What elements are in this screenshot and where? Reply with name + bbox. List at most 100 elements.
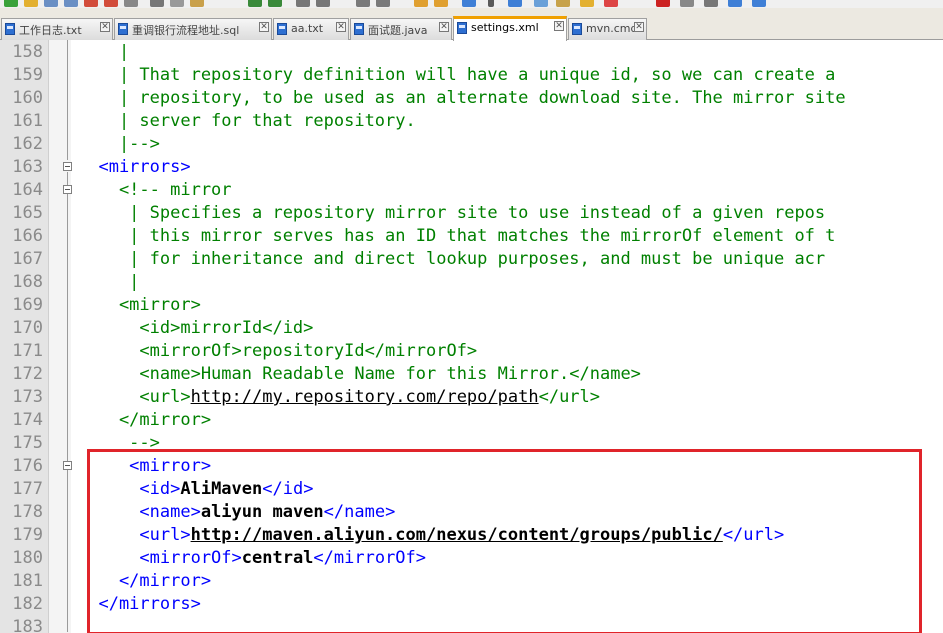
- code-line[interactable]: 160 | repository, to be used as an alter…: [0, 87, 943, 110]
- code-token: <!-- mirror: [78, 180, 232, 200]
- code-line[interactable]: 169 <mirror>: [0, 294, 943, 317]
- code-text: | this mirror serves has an ID that matc…: [78, 225, 835, 248]
- replace-icon[interactable]: [316, 0, 330, 7]
- code-line[interactable]: 177 <id>AliMaven</id>: [0, 478, 943, 501]
- indent-guide-icon[interactable]: [508, 0, 522, 7]
- code-token: </url>: [722, 525, 785, 545]
- close-tab-icon[interactable]: ✕: [439, 22, 449, 32]
- code-text: <mirror>: [78, 455, 211, 478]
- code-token: <mirror>: [78, 295, 201, 315]
- code-token: AliMaven: [180, 479, 263, 499]
- code-line[interactable]: 162 |-->: [0, 133, 943, 156]
- cut-icon[interactable]: [150, 0, 164, 7]
- code-line[interactable]: 161 | server for that repository.: [0, 110, 943, 133]
- code-line[interactable]: 171 <mirrorOf>repositoryId</mirrorOf>: [0, 340, 943, 363]
- code-line[interactable]: 172 <name>Human Readable Name for this M…: [0, 363, 943, 386]
- redo-icon[interactable]: [268, 0, 282, 7]
- code-text: <mirrorOf>repositoryId</mirrorOf>: [78, 340, 477, 363]
- zoom-in-icon[interactable]: [356, 0, 370, 7]
- code-line[interactable]: 179 <url>http://maven.aliyun.com/nexus/c…: [0, 524, 943, 547]
- copy-icon[interactable]: [170, 0, 184, 7]
- code-line[interactable]: 168 |: [0, 271, 943, 294]
- code-token: aliyun maven: [200, 502, 324, 522]
- code-line[interactable]: 181 </mirror>: [0, 570, 943, 593]
- code-text: <url>http://maven.aliyun.com/nexus/conte…: [78, 524, 784, 547]
- line-number: 171: [12, 341, 43, 361]
- folder-workspace-icon[interactable]: [580, 0, 594, 7]
- code-token: <mirrorOf>: [78, 548, 242, 568]
- code-editor[interactable]: 158 | 159 | That repository definition wi…: [0, 40, 943, 633]
- code-line[interactable]: 178 <name>aliyun maven</name>: [0, 501, 943, 524]
- new-file-icon[interactable]: [4, 0, 18, 7]
- code-line[interactable]: 165 | Specifies a repository mirror site…: [0, 202, 943, 225]
- line-number: 179: [12, 525, 43, 545]
- close-tab-icon[interactable]: ✕: [554, 21, 564, 31]
- close-tab-icon[interactable]: ✕: [100, 22, 110, 32]
- close-tab-icon[interactable]: ✕: [336, 22, 346, 32]
- undo-icon[interactable]: [248, 0, 262, 7]
- line-number: 172: [12, 364, 43, 384]
- tab-label: settings.xml: [471, 21, 539, 34]
- code-line[interactable]: 174 </mirror>: [0, 409, 943, 432]
- doc-map-icon[interactable]: [534, 0, 548, 7]
- line-number: 168: [12, 272, 43, 292]
- line-number: 175: [12, 433, 43, 453]
- code-line[interactable]: 170 <id>mirrorId</id>: [0, 317, 943, 340]
- print-icon[interactable]: [124, 0, 138, 7]
- code-text: | repository, to be used as an alternate…: [78, 87, 846, 110]
- sync-v-icon[interactable]: [414, 0, 428, 7]
- close-tab-icon[interactable]: ✕: [259, 22, 269, 32]
- close-tab-icon[interactable]: ✕: [634, 22, 644, 32]
- tab-work-log[interactable]: 工作日志.txt ✕: [1, 18, 113, 40]
- code-text: <name>aliyun maven</name>: [78, 501, 395, 524]
- document-icon: [457, 22, 467, 34]
- toolbar: [0, 0, 943, 8]
- function-list-icon[interactable]: [556, 0, 570, 7]
- code-token: central: [241, 548, 314, 568]
- find-icon[interactable]: [296, 0, 310, 7]
- fold-toggle-icon[interactable]: [63, 185, 72, 194]
- code-line[interactable]: 167 | for inheritance and direct lookup …: [0, 248, 943, 271]
- play-macro-icon[interactable]: [704, 0, 718, 7]
- fold-toggle-icon[interactable]: [63, 162, 72, 171]
- run-macro-multiple-icon[interactable]: [728, 0, 742, 7]
- tab-settings-xml[interactable]: settings.xml ✕: [453, 16, 567, 41]
- word-wrap-icon[interactable]: [462, 0, 476, 7]
- save-all-icon[interactable]: [64, 0, 78, 7]
- show-all-chars-icon[interactable]: [488, 0, 494, 7]
- code-line[interactable]: 164 <!-- mirror: [0, 179, 943, 202]
- record-macro-icon[interactable]: [656, 0, 670, 7]
- open-file-icon[interactable]: [24, 0, 38, 7]
- zoom-out-icon[interactable]: [376, 0, 390, 7]
- code-token: <id>: [78, 479, 181, 499]
- code-text: |: [78, 271, 139, 294]
- code-line[interactable]: 173 <url>http://my.repository.com/repo/p…: [0, 386, 943, 409]
- save-macro-icon[interactable]: [752, 0, 766, 7]
- fold-toggle-icon[interactable]: [63, 461, 72, 470]
- tab-interview-java[interactable]: 面试题.java ✕: [350, 18, 452, 40]
- tab-aa-txt[interactable]: aa.txt ✕: [273, 18, 349, 40]
- code-line[interactable]: 183: [0, 616, 943, 633]
- line-number: 159: [12, 65, 43, 85]
- close-icon[interactable]: [84, 0, 98, 7]
- sync-h-icon[interactable]: [434, 0, 448, 7]
- code-text: <url>http://my.repository.com/repo/path<…: [78, 386, 600, 409]
- code-line[interactable]: 159 | That repository definition will ha…: [0, 64, 943, 87]
- code-line[interactable]: 175 -->: [0, 432, 943, 455]
- code-line[interactable]: 176 <mirror>: [0, 455, 943, 478]
- paste-icon[interactable]: [190, 0, 204, 7]
- monitoring-icon[interactable]: [604, 0, 618, 7]
- line-number: 169: [12, 295, 43, 315]
- line-number: 161: [12, 111, 43, 131]
- code-line[interactable]: 158 |: [0, 41, 943, 64]
- notepad-plus-plus-window: 工作日志.txt ✕ 重调银行流程地址.sql ✕ aa.txt ✕ 面试题.j…: [0, 0, 943, 633]
- close-all-icon[interactable]: [104, 0, 118, 7]
- tab-bank-flow-sql[interactable]: 重调银行流程地址.sql ✕: [114, 18, 272, 40]
- code-line[interactable]: 163 <mirrors>: [0, 156, 943, 179]
- stop-macro-icon[interactable]: [680, 0, 694, 7]
- code-line[interactable]: 182 </mirrors>: [0, 593, 943, 616]
- code-line[interactable]: 180 <mirrorOf>central</mirrorOf>: [0, 547, 943, 570]
- code-line[interactable]: 166 | this mirror serves has an ID that …: [0, 225, 943, 248]
- tab-mvn-cmd[interactable]: mvn.cmd ✕: [568, 18, 647, 40]
- save-icon[interactable]: [44, 0, 58, 7]
